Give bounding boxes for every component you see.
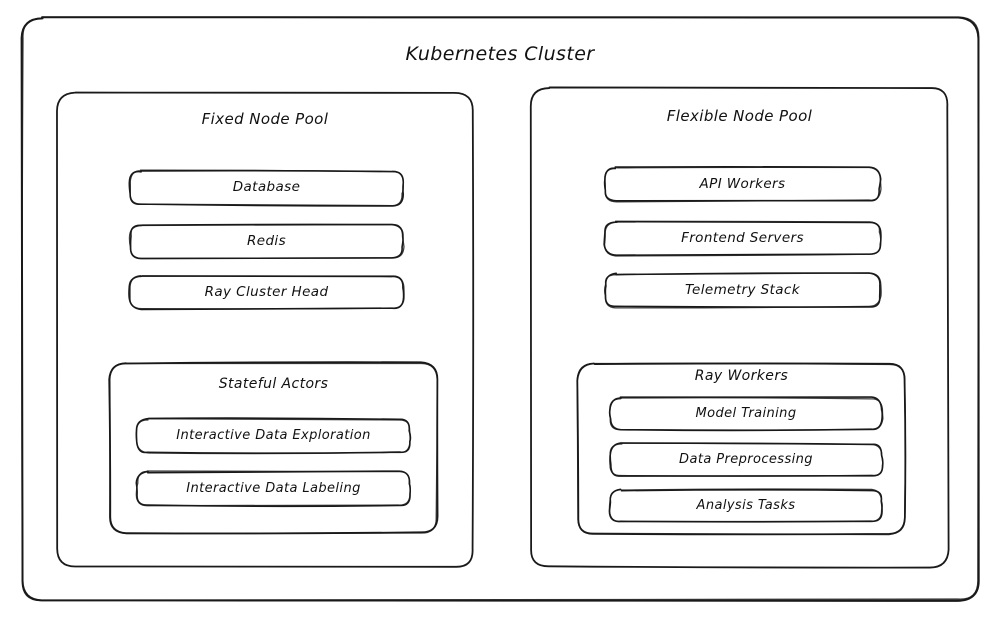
- fixed-node-pool-label: Fixed Node Pool: [201, 110, 329, 128]
- stateful-actors-label: Stateful Actors: [218, 376, 329, 392]
- service-node-model-training[interactable]: Model Training: [610, 398, 882, 430]
- service-label-interactive-data-exploration: Interactive Data Exploration: [176, 427, 371, 443]
- service-label-redis: Redis: [246, 232, 287, 249]
- ray-workers-label: Ray Workers: [694, 368, 789, 384]
- diagram-canvas: Kubernetes Cluster Fixed Node Pool Datab…: [0, 0, 1000, 618]
- service-node-telemetry-stack[interactable]: Telemetry Stack: [605, 274, 880, 307]
- sketch-stroke-layer: [20, 16, 980, 602]
- fixed-node-pool-title: Fixed Node Pool: [57, 110, 473, 128]
- stateful-actors-title: Stateful Actors: [110, 376, 437, 392]
- service-label-telemetry-stack: Telemetry Stack: [685, 281, 800, 298]
- service-label-api-workers: API Workers: [699, 175, 786, 192]
- service-label-interactive-data-labeling: Interactive Data Labeling: [186, 480, 361, 496]
- service-node-data-preprocessing[interactable]: Data Preprocessing: [610, 444, 882, 476]
- cluster-title-text: Kubernetes Cluster: [405, 43, 595, 65]
- service-node-analysis-tasks[interactable]: Analysis Tasks: [610, 490, 882, 522]
- service-label-model-training: Model Training: [695, 405, 797, 421]
- service-node-api-workers[interactable]: API Workers: [605, 168, 880, 201]
- service-node-interactive-data-labeling[interactable]: Interactive Data Labeling: [137, 472, 410, 506]
- service-node-database[interactable]: Database: [130, 171, 403, 205]
- service-label-analysis-tasks: Analysis Tasks: [696, 497, 796, 513]
- service-node-redis[interactable]: Redis: [130, 225, 403, 258]
- flexible-node-pool-label: Flexible Node Pool: [666, 107, 813, 125]
- flexible-node-pool-title: Flexible Node Pool: [531, 107, 948, 125]
- cluster-title: Kubernetes Cluster: [22, 43, 978, 66]
- ray-workers-title: Ray Workers: [578, 368, 905, 384]
- service-label-ray-cluster-head: Ray Cluster Head: [204, 283, 329, 300]
- service-label-data-preprocessing: Data Preprocessing: [679, 451, 813, 467]
- service-node-interactive-data-exploration[interactable]: Interactive Data Exploration: [137, 419, 410, 453]
- service-node-ray-cluster-head[interactable]: Ray Cluster Head: [130, 276, 403, 309]
- service-label-frontend-servers: Frontend Servers: [681, 229, 804, 246]
- service-label-database: Database: [232, 179, 301, 196]
- service-node-frontend-servers[interactable]: Frontend Servers: [605, 222, 880, 255]
